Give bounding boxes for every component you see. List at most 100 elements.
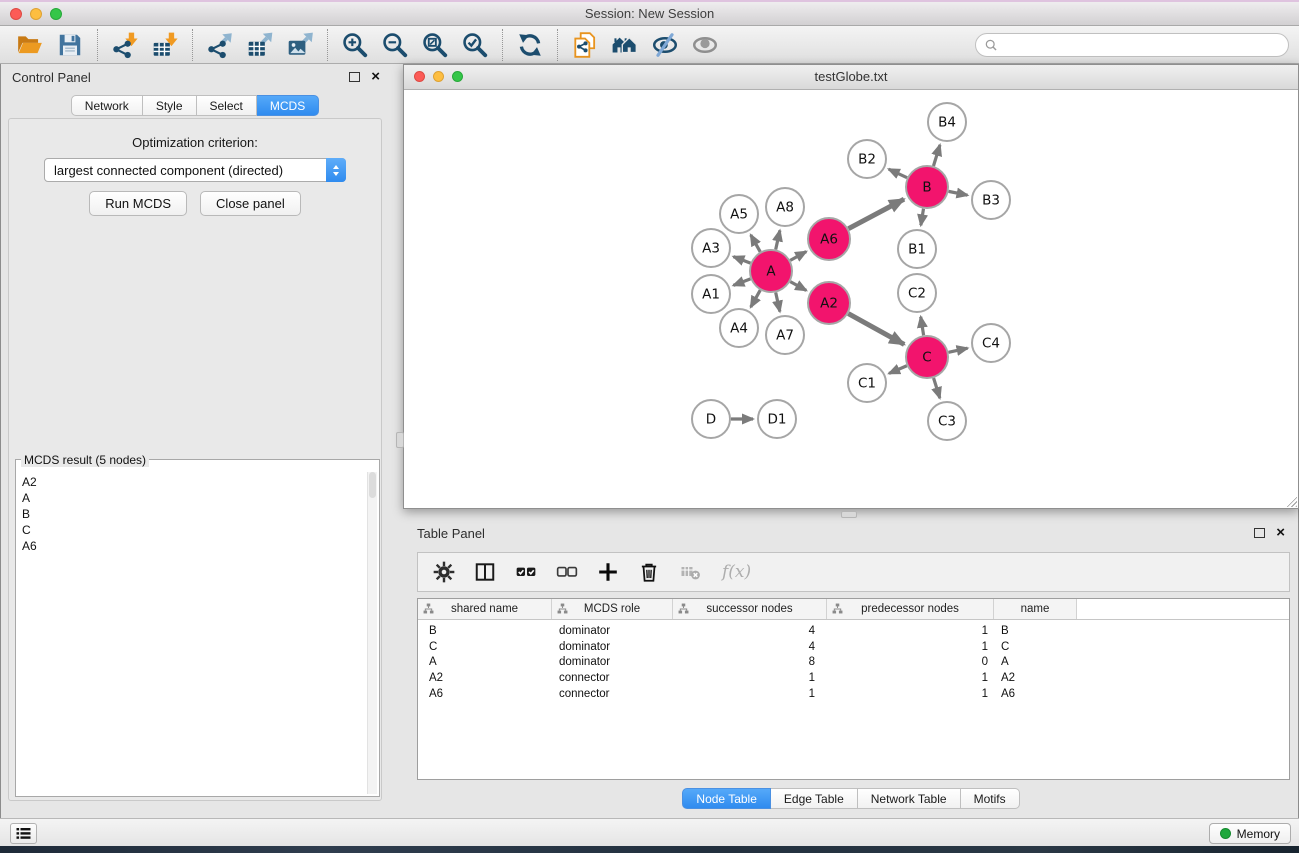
- result-list-item[interactable]: A: [22, 490, 367, 506]
- tab-style[interactable]: Style: [143, 95, 197, 116]
- network-edge[interactable]: [751, 290, 760, 307]
- network-edge[interactable]: [921, 209, 924, 226]
- search-input[interactable]: [1003, 37, 1280, 53]
- result-list-item[interactable]: A2: [22, 474, 367, 490]
- network-edge[interactable]: [949, 191, 968, 195]
- tab-motifs[interactable]: Motifs: [961, 788, 1020, 809]
- column-header-predecessor-nodes[interactable]: predecessor nodes: [827, 599, 994, 619]
- float-panel-icon[interactable]: [1254, 528, 1265, 538]
- settings-gear-icon[interactable]: [433, 561, 455, 583]
- network-node[interactable]: B2: [848, 140, 886, 178]
- tab-network[interactable]: Network: [71, 95, 143, 116]
- network-zoom-button[interactable]: [452, 71, 463, 82]
- tab-node-table[interactable]: Node Table: [682, 788, 771, 809]
- select-stepper[interactable]: [326, 158, 346, 182]
- network-edge[interactable]: [848, 199, 904, 229]
- tab-mcds[interactable]: MCDS: [257, 95, 319, 116]
- network-node[interactable]: C2: [898, 274, 936, 312]
- network-edge[interactable]: [776, 292, 780, 311]
- table-row[interactable]: Cdominator41C: [418, 639, 1289, 655]
- network-node[interactable]: B4: [928, 103, 966, 141]
- delete-icon[interactable]: [638, 561, 660, 583]
- network-node[interactable]: A4: [720, 309, 758, 347]
- network-node[interactable]: C: [906, 336, 948, 378]
- network-node[interactable]: A8: [766, 188, 804, 226]
- network-edge[interactable]: [889, 366, 907, 374]
- network-edge[interactable]: [790, 252, 806, 261]
- save-session-button[interactable]: [50, 28, 90, 62]
- column-header-successor-nodes[interactable]: successor nodes: [673, 599, 827, 619]
- hide-graphics-button[interactable]: [645, 28, 685, 62]
- new-network-from-selection-button[interactable]: [565, 28, 605, 62]
- network-node[interactable]: D: [692, 400, 730, 438]
- zoom-window-button[interactable]: [50, 8, 62, 20]
- show-graphics-button[interactable]: [685, 28, 725, 62]
- network-edge[interactable]: [776, 230, 780, 249]
- open-file-button[interactable]: [10, 28, 50, 62]
- network-node[interactable]: C3: [928, 402, 966, 440]
- close-panel-icon[interactable]: ×: [371, 71, 380, 83]
- vertical-split-handle[interactable]: [396, 432, 404, 448]
- network-edge[interactable]: [934, 378, 940, 398]
- criterion-select[interactable]: largest connected component (directed): [44, 158, 346, 182]
- close-window-button[interactable]: [10, 8, 22, 20]
- result-list-item[interactable]: C: [22, 522, 367, 538]
- zoom-selected-button[interactable]: [455, 28, 495, 62]
- result-scrollbar[interactable]: [367, 472, 377, 794]
- table-row[interactable]: Adominator80A: [418, 654, 1289, 670]
- network-node[interactable]: B: [906, 166, 948, 208]
- network-edge[interactable]: [733, 279, 750, 286]
- result-list-item[interactable]: B: [22, 506, 367, 522]
- memory-button[interactable]: Memory: [1209, 823, 1291, 844]
- network-edge[interactable]: [933, 145, 939, 166]
- network-node[interactable]: C4: [972, 324, 1010, 362]
- minimize-window-button[interactable]: [30, 8, 42, 20]
- tab-edge-table[interactable]: Edge Table: [771, 788, 858, 809]
- column-header-mcds-role[interactable]: MCDS role: [552, 599, 673, 619]
- network-canvas[interactable]: AA1A2A3A4A5A6A7A8BB1B2B3B4CC1C2C3C4DD1: [404, 90, 1298, 508]
- export-image-button[interactable]: [280, 28, 320, 62]
- zoom-fit-button[interactable]: [415, 28, 455, 62]
- network-edge[interactable]: [948, 348, 967, 352]
- mcds-result-list[interactable]: A2ABCA6: [18, 472, 367, 794]
- close-panel-button[interactable]: Close panel: [200, 191, 301, 216]
- network-node[interactable]: A2: [808, 282, 850, 324]
- home-button[interactable]: [605, 28, 645, 62]
- task-history-button[interactable]: [10, 823, 37, 844]
- run-mcds-button[interactable]: Run MCDS: [89, 191, 187, 216]
- export-network-button[interactable]: [200, 28, 240, 62]
- import-table-button[interactable]: [145, 28, 185, 62]
- network-edge[interactable]: [790, 282, 806, 291]
- network-edge[interactable]: [848, 314, 904, 345]
- network-node[interactable]: B1: [898, 230, 936, 268]
- network-node[interactable]: A: [750, 250, 792, 292]
- network-window-titlebar[interactable]: testGlobe.txt: [404, 65, 1298, 90]
- tab-select[interactable]: Select: [197, 95, 257, 116]
- zoom-in-button[interactable]: [335, 28, 375, 62]
- result-list-item[interactable]: A6: [22, 538, 367, 554]
- table-row[interactable]: Bdominator41B: [418, 623, 1289, 639]
- network-edge[interactable]: [733, 257, 750, 264]
- add-row-icon[interactable]: [597, 561, 619, 583]
- show-columns-icon[interactable]: [474, 561, 496, 583]
- zoom-out-button[interactable]: [375, 28, 415, 62]
- network-minimize-button[interactable]: [433, 71, 444, 82]
- unselect-all-icon[interactable]: [556, 561, 578, 583]
- horizontal-split-handle[interactable]: [841, 511, 857, 518]
- network-node[interactable]: A5: [720, 195, 758, 233]
- export-table-button[interactable]: [240, 28, 280, 62]
- search-field[interactable]: [975, 33, 1289, 57]
- network-node[interactable]: A3: [692, 229, 730, 267]
- select-all-icon[interactable]: [515, 561, 537, 583]
- network-close-button[interactable]: [414, 71, 425, 82]
- network-edge[interactable]: [751, 235, 760, 252]
- network-edge[interactable]: [921, 317, 924, 336]
- float-panel-icon[interactable]: [349, 72, 360, 82]
- table-row[interactable]: A6connector11A6: [418, 686, 1289, 702]
- network-edge[interactable]: [889, 169, 907, 178]
- network-node[interactable]: D1: [758, 400, 796, 438]
- network-node[interactable]: C1: [848, 364, 886, 402]
- network-node[interactable]: B3: [972, 181, 1010, 219]
- scrollbar-thumb[interactable]: [369, 472, 376, 498]
- network-node[interactable]: A6: [808, 218, 850, 260]
